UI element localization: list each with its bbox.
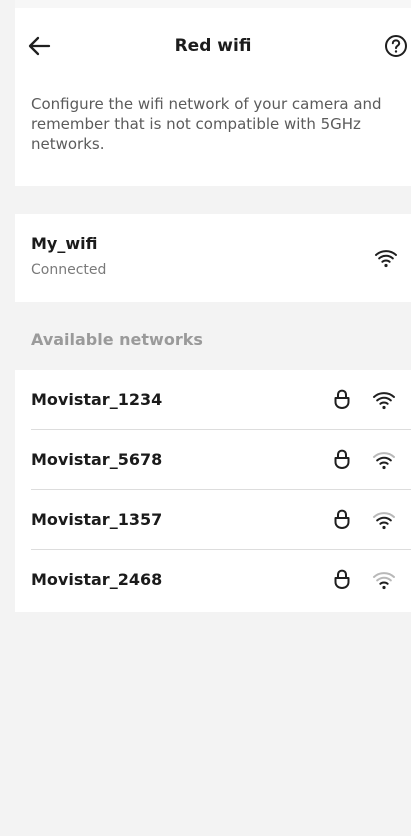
wifi-settings-screen: Red wifi Configure the wifi network of y… <box>0 0 411 836</box>
wifi-signal-icon <box>373 392 395 410</box>
available-networks-title: Available networks <box>31 330 203 349</box>
lock-icon <box>334 569 350 589</box>
connected-network-name: My_wifi <box>31 234 98 253</box>
wifi-signal-icon <box>373 452 395 470</box>
lock-icon <box>334 509 350 529</box>
network-row[interactable]: Movistar_2468 <box>15 550 411 610</box>
wifi-signal-icon <box>373 572 395 590</box>
connection-status: Connected <box>31 262 107 278</box>
top-strip <box>15 0 411 8</box>
network-row[interactable]: Movistar_1357 <box>15 490 411 550</box>
network-name: Movistar_1357 <box>31 510 163 529</box>
lock-icon <box>334 449 350 469</box>
app-header: Red wifi <box>15 26 411 66</box>
help-button[interactable] <box>383 33 409 59</box>
page-title: Red wifi <box>174 36 252 56</box>
available-networks-list: Movistar_1234 Movistar_5678 Movistar_135… <box>15 370 411 612</box>
header-panel: Red wifi Configure the wifi network of y… <box>15 8 411 186</box>
network-row[interactable]: Movistar_5678 <box>15 430 411 490</box>
help-circle-icon <box>385 35 407 57</box>
network-name: Movistar_1234 <box>31 390 163 409</box>
wifi-icon <box>375 250 397 268</box>
network-name: Movistar_2468 <box>31 570 163 589</box>
network-row[interactable]: Movistar_1234 <box>15 370 411 430</box>
network-name: Movistar_5678 <box>31 450 163 469</box>
lock-icon <box>334 389 350 409</box>
wifi-signal-icon <box>373 512 395 530</box>
description-text: Configure the wifi network of your camer… <box>31 95 382 153</box>
connected-network-card[interactable]: My_wifi Connected <box>15 214 411 302</box>
